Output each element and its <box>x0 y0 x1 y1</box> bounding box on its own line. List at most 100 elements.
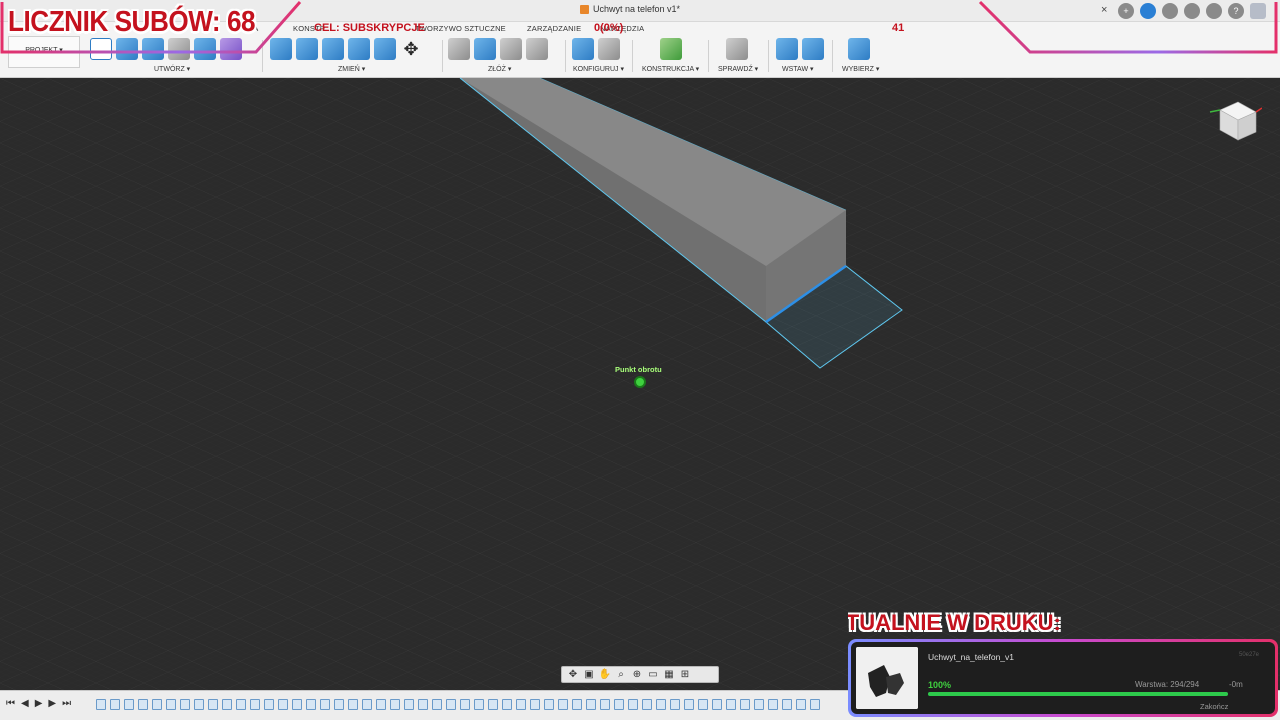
new-component-icon[interactable] <box>474 38 496 60</box>
orbit-icon[interactable]: ✥ <box>566 669 580 680</box>
as-built-joint-icon[interactable] <box>500 38 522 60</box>
user-avatar[interactable] <box>1250 3 1266 19</box>
timeline-feature-icon[interactable] <box>516 699 526 710</box>
timeline-feature-icon[interactable] <box>460 699 470 710</box>
timeline-feature-icon[interactable] <box>502 699 512 710</box>
timeline-feature-icon[interactable] <box>390 699 400 710</box>
timeline-feature-icon[interactable] <box>488 699 498 710</box>
wstaw-label[interactable]: WSTAW ▾ <box>782 65 814 73</box>
revolve-icon[interactable] <box>142 38 164 60</box>
pivot-point-icon[interactable] <box>634 376 646 388</box>
timeline-feature-icon[interactable] <box>712 699 722 710</box>
clock-icon[interactable] <box>1184 3 1200 19</box>
wybierz-label[interactable]: WYBIERZ ▾ <box>842 65 879 73</box>
view-cube[interactable] <box>1200 94 1262 150</box>
timeline-feature-icon[interactable] <box>180 699 190 710</box>
timeline-feature-icon[interactable] <box>530 699 540 710</box>
step-forward-icon[interactable]: ▶ <box>48 698 56 709</box>
capture-icon[interactable]: ▣ <box>582 669 596 680</box>
timeline-feature-icon[interactable] <box>670 699 680 710</box>
extensions-icon[interactable] <box>1140 3 1156 19</box>
zoom-icon[interactable]: ⌕ <box>614 669 628 680</box>
timeline-feature-icon[interactable] <box>726 699 736 710</box>
tab-tworzywo[interactable]: TWORZYWO SZTUCZNE <box>415 24 506 33</box>
grid-settings-icon[interactable]: ▦ <box>662 669 676 680</box>
fillet-icon[interactable] <box>296 38 318 60</box>
timeline-feature-icon[interactable] <box>362 699 372 710</box>
step-back-icon[interactable]: ◀ <box>21 698 29 709</box>
timeline-feature-icon[interactable] <box>292 699 302 710</box>
timeline-feature-icon[interactable] <box>418 699 428 710</box>
timeline-feature-icon[interactable] <box>684 699 694 710</box>
split-icon[interactable] <box>374 38 396 60</box>
close-tab-icon[interactable]: × <box>1101 4 1107 16</box>
timeline-feature-icon[interactable] <box>740 699 750 710</box>
move-icon[interactable]: ✥ <box>400 38 422 60</box>
timeline-feature-icon[interactable] <box>250 699 260 710</box>
document-tab[interactable]: Uchwyt na telefon v1* <box>580 4 680 14</box>
timeline-feature-icon[interactable] <box>278 699 288 710</box>
press-pull-icon[interactable] <box>270 38 292 60</box>
timeline-feature-icon[interactable] <box>600 699 610 710</box>
timeline-feature-icon[interactable] <box>320 699 330 710</box>
timeline-feature-icon[interactable] <box>348 699 358 710</box>
table-icon[interactable] <box>526 38 548 60</box>
job-status-icon[interactable] <box>1162 3 1178 19</box>
go-to-start-icon[interactable]: ⏮ <box>6 698 15 709</box>
zloz-label[interactable]: ZŁÓŻ ▾ <box>488 65 511 73</box>
plane-icon[interactable] <box>660 38 682 60</box>
pattern-icon[interactable] <box>194 38 216 60</box>
configure-icon[interactable] <box>572 38 594 60</box>
konstrukcja-label[interactable]: KONSTRUKCJA ▾ <box>642 65 699 73</box>
timeline-feature-icon[interactable] <box>586 699 596 710</box>
zmien-label[interactable]: ZMIEŃ ▾ <box>338 65 365 73</box>
projekt-dropdown[interactable]: PROJEKT ▾ <box>8 36 80 68</box>
timeline-feature-icon[interactable] <box>306 699 316 710</box>
timeline-feature-icon[interactable] <box>376 699 386 710</box>
timeline-feature-icon[interactable] <box>446 699 456 710</box>
timeline-feature-icon[interactable] <box>166 699 176 710</box>
timeline-feature-icon[interactable] <box>628 699 638 710</box>
timeline-feature-icon[interactable] <box>656 699 666 710</box>
timeline-feature-icon[interactable] <box>642 699 652 710</box>
extrude-icon[interactable] <box>116 38 138 60</box>
timeline-feature-icon[interactable] <box>208 699 218 710</box>
timeline-feature-icon[interactable] <box>558 699 568 710</box>
config-table-icon[interactable] <box>598 38 620 60</box>
timeline-feature-icon[interactable] <box>152 699 162 710</box>
timeline-feature-icon[interactable] <box>810 699 820 710</box>
timeline-feature-icon[interactable] <box>138 699 148 710</box>
timeline-feature-icon[interactable] <box>222 699 232 710</box>
timeline-feature-icon[interactable] <box>544 699 554 710</box>
help-icon[interactable]: ? <box>1228 3 1244 19</box>
tab-zarzadzanie[interactable]: ZARZĄDZANIE <box>527 24 581 33</box>
timeline-feature-icon[interactable] <box>404 699 414 710</box>
hole-icon[interactable] <box>168 38 190 60</box>
timeline-feature-icon[interactable] <box>796 699 806 710</box>
timeline-feature-icon[interactable] <box>236 699 246 710</box>
canvas-viewport[interactable]: Punkt obrotu <box>0 78 1280 690</box>
insert-image-icon[interactable] <box>802 38 824 60</box>
insert-icon[interactable] <box>776 38 798 60</box>
play-icon[interactable]: ▶ <box>35 698 43 709</box>
pan-icon[interactable]: ✋ <box>598 669 612 680</box>
timeline-feature-icon[interactable] <box>782 699 792 710</box>
joint-icon[interactable] <box>448 38 470 60</box>
form-icon[interactable] <box>220 38 242 60</box>
timeline-feature-icon[interactable] <box>124 699 134 710</box>
timeline-feature-icon[interactable] <box>194 699 204 710</box>
timeline-feature-icon[interactable] <box>614 699 624 710</box>
go-to-end-icon[interactable]: ⏭ <box>62 698 71 709</box>
timeline-feature-icon[interactable] <box>572 699 582 710</box>
timeline-feature-icon[interactable] <box>768 699 778 710</box>
combine-icon[interactable] <box>348 38 370 60</box>
timeline-feature-icon[interactable] <box>110 699 120 710</box>
timeline-feature-icon[interactable] <box>432 699 442 710</box>
notifications-icon[interactable] <box>1206 3 1222 19</box>
timeline-feature-icon[interactable] <box>474 699 484 710</box>
viewports-icon[interactable]: ⊞ <box>678 669 692 680</box>
sketch-icon[interactable] <box>90 38 112 60</box>
timeline-feature-icon[interactable] <box>754 699 764 710</box>
measure-icon[interactable] <box>726 38 748 60</box>
sprawdz-label[interactable]: SPRAWDŹ ▾ <box>718 65 758 73</box>
